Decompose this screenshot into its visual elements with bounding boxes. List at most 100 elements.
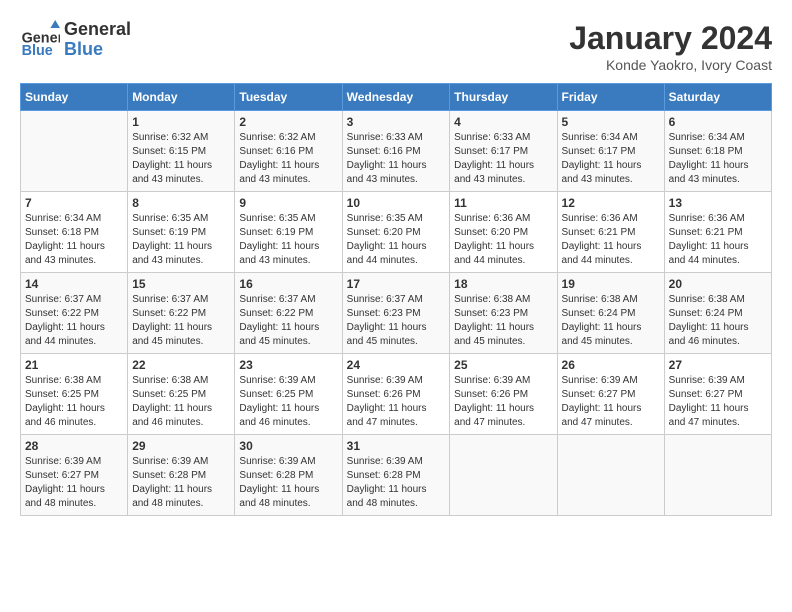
calendar-cell [21,111,128,192]
calendar-body: 1 Sunrise: 6:32 AMSunset: 6:15 PMDaylight… [21,111,772,516]
calendar-cell: 5 Sunrise: 6:34 AMSunset: 6:17 PMDaylight… [557,111,664,192]
calendar-cell: 30 Sunrise: 6:39 AMSunset: 6:28 PMDayligh… [235,435,342,516]
header-row: SundayMondayTuesdayWednesdayThursdayFrid… [21,84,772,111]
logo-line1: General [64,20,131,40]
title-block: January 2024 Konde Yaokro, Ivory Coast [569,20,772,73]
day-info: Sunrise: 6:36 AMSunset: 6:21 PMDaylight:… [562,212,660,268]
header-cell-tuesday: Tuesday [235,84,342,111]
calendar-week-1: 1 Sunrise: 6:32 AMSunset: 6:15 PMDaylight… [21,111,772,192]
day-info: Sunrise: 6:36 AMSunset: 6:21 PMDaylight:… [669,212,767,268]
day-number: 11 [454,196,552,210]
day-info: Sunrise: 6:37 AMSunset: 6:22 PMDaylight:… [132,293,230,349]
calendar-cell: 2 Sunrise: 6:32 AMSunset: 6:16 PMDaylight… [235,111,342,192]
calendar-cell: 6 Sunrise: 6:34 AMSunset: 6:18 PMDaylight… [664,111,771,192]
day-number: 6 [669,115,767,129]
day-number: 31 [347,439,446,453]
calendar-cell: 4Sunrise: 6:33 AMSunset: 6:17 PMDaylight… [450,111,557,192]
day-number: 29 [132,439,230,453]
logo-line2: Blue [64,40,131,60]
day-number: 18 [454,277,552,291]
calendar-cell: 17 Sunrise: 6:37 AMSunset: 6:23 PMDayligh… [342,273,450,354]
calendar-cell: 19 Sunrise: 6:38 AMSunset: 6:24 PMDayligh… [557,273,664,354]
logo-text: General Blue [64,20,131,60]
day-info: Sunrise: 6:39 AMSunset: 6:28 PMDaylight:… [239,455,337,511]
calendar-cell: 16 Sunrise: 6:37 AMSunset: 6:22 PMDayligh… [235,273,342,354]
day-info: Sunrise: 6:32 AMSunset: 6:15 PMDaylight:… [132,131,230,187]
calendar-cell: 12Sunrise: 6:36 AMSunset: 6:21 PMDayligh… [557,192,664,273]
calendar-cell [450,435,557,516]
day-number: 22 [132,358,230,372]
day-info: Sunrise: 6:39 AMSunset: 6:25 PMDaylight:… [239,374,337,430]
day-info: Sunrise: 6:35 AMSunset: 6:20 PMDaylight:… [347,212,446,268]
day-number: 16 [239,277,337,291]
day-info: Sunrise: 6:32 AMSunset: 6:16 PMDaylight:… [239,131,337,187]
day-info: Sunrise: 6:37 AMSunset: 6:23 PMDaylight:… [347,293,446,349]
calendar-cell: 23 Sunrise: 6:39 AMSunset: 6:25 PMDayligh… [235,354,342,435]
day-number: 21 [25,358,123,372]
calendar-cell [557,435,664,516]
day-info: Sunrise: 6:39 AMSunset: 6:28 PMDaylight:… [132,455,230,511]
calendar-cell: 20 Sunrise: 6:38 AMSunset: 6:24 PMDayligh… [664,273,771,354]
day-number: 17 [347,277,446,291]
day-info: Sunrise: 6:34 AMSunset: 6:18 PMDaylight:… [669,131,767,187]
day-info: Sunrise: 6:37 AMSunset: 6:22 PMDaylight:… [239,293,337,349]
calendar-cell: 18 Sunrise: 6:38 AMSunset: 6:23 PMDayligh… [450,273,557,354]
day-number: 5 [562,115,660,129]
day-number: 1 [132,115,230,129]
calendar-week-4: 21 Sunrise: 6:38 AMSunset: 6:25 PMDayligh… [21,354,772,435]
calendar-cell: 15 Sunrise: 6:37 AMSunset: 6:22 PMDayligh… [128,273,235,354]
svg-text:Blue: Blue [22,43,53,59]
day-number: 26 [562,358,660,372]
day-number: 19 [562,277,660,291]
calendar-week-2: 7Sunrise: 6:34 AMSunset: 6:18 PMDaylight… [21,192,772,273]
day-info: Sunrise: 6:39 AMSunset: 6:28 PMDaylight:… [347,455,446,511]
calendar-cell: 9 Sunrise: 6:35 AMSunset: 6:19 PMDaylight… [235,192,342,273]
month-title: January 2024 [569,20,772,57]
day-info: Sunrise: 6:34 AMSunset: 6:17 PMDaylight:… [562,131,660,187]
day-info: Sunrise: 6:39 AMSunset: 6:27 PMDaylight:… [562,374,660,430]
day-number: 13 [669,196,767,210]
day-info: Sunrise: 6:38 AMSunset: 6:23 PMDaylight:… [454,293,552,349]
header-cell-wednesday: Wednesday [342,84,450,111]
day-info: Sunrise: 6:39 AMSunset: 6:26 PMDaylight:… [347,374,446,430]
day-number: 8 [132,196,230,210]
day-number: 4 [454,115,552,129]
calendar-cell: 24Sunrise: 6:39 AMSunset: 6:26 PMDayligh… [342,354,450,435]
header-cell-thursday: Thursday [450,84,557,111]
logo-icon: General Blue [20,20,60,60]
calendar-cell: 21 Sunrise: 6:38 AMSunset: 6:25 PMDayligh… [21,354,128,435]
calendar-cell: 10Sunrise: 6:35 AMSunset: 6:20 PMDayligh… [342,192,450,273]
calendar-cell: 28 Sunrise: 6:39 AMSunset: 6:27 PMDayligh… [21,435,128,516]
day-info: Sunrise: 6:38 AMSunset: 6:25 PMDaylight:… [25,374,123,430]
calendar-cell: 27 Sunrise: 6:39 AMSunset: 6:27 PMDayligh… [664,354,771,435]
day-info: Sunrise: 6:34 AMSunset: 6:18 PMDaylight:… [25,212,123,268]
day-info: Sunrise: 6:38 AMSunset: 6:24 PMDaylight:… [669,293,767,349]
day-info: Sunrise: 6:38 AMSunset: 6:24 PMDaylight:… [562,293,660,349]
header-cell-friday: Friday [557,84,664,111]
header-cell-monday: Monday [128,84,235,111]
day-number: 20 [669,277,767,291]
day-number: 30 [239,439,337,453]
calendar-cell: 25 Sunrise: 6:39 AMSunset: 6:26 PMDayligh… [450,354,557,435]
calendar-week-5: 28 Sunrise: 6:39 AMSunset: 6:27 PMDayligh… [21,435,772,516]
day-number: 9 [239,196,337,210]
day-info: Sunrise: 6:37 AMSunset: 6:22 PMDaylight:… [25,293,123,349]
calendar-cell [664,435,771,516]
day-info: Sunrise: 6:39 AMSunset: 6:27 PMDaylight:… [25,455,123,511]
day-number: 14 [25,277,123,291]
day-info: Sunrise: 6:35 AMSunset: 6:19 PMDaylight:… [239,212,337,268]
day-number: 23 [239,358,337,372]
day-number: 28 [25,439,123,453]
day-number: 25 [454,358,552,372]
day-number: 15 [132,277,230,291]
day-number: 2 [239,115,337,129]
day-info: Sunrise: 6:39 AMSunset: 6:26 PMDaylight:… [454,374,552,430]
calendar-week-3: 14 Sunrise: 6:37 AMSunset: 6:22 PMDayligh… [21,273,772,354]
header-cell-saturday: Saturday [664,84,771,111]
day-info: Sunrise: 6:33 AMSunset: 6:16 PMDaylight:… [347,131,446,187]
calendar-cell: 11Sunrise: 6:36 AMSunset: 6:20 PMDayligh… [450,192,557,273]
day-info: Sunrise: 6:39 AMSunset: 6:27 PMDaylight:… [669,374,767,430]
calendar-cell: 13 Sunrise: 6:36 AMSunset: 6:21 PMDayligh… [664,192,771,273]
day-number: 27 [669,358,767,372]
day-number: 3 [347,115,446,129]
